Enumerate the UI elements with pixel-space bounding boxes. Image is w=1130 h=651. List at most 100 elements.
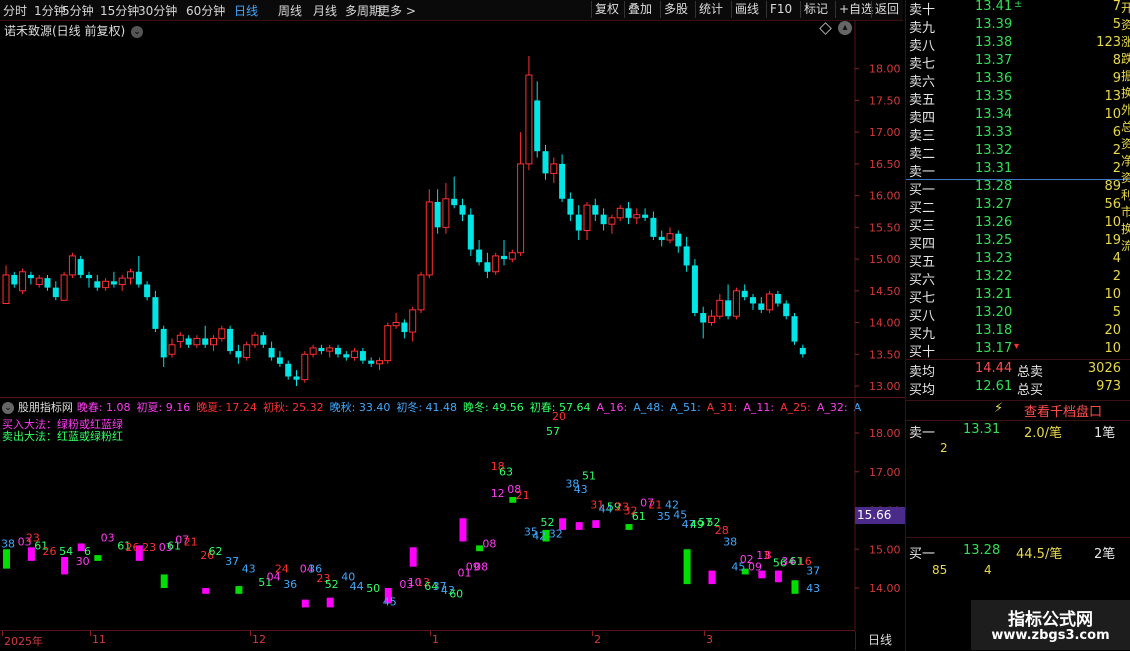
level-price: 13.37 [975, 53, 1013, 68]
indicator-bar [301, 599, 309, 608]
level-label: 买四 [909, 237, 936, 252]
indicator-y-tick: 15.00 [869, 543, 901, 556]
indicator-label: 61 [632, 510, 646, 523]
candle [691, 259, 698, 317]
bid-row[interactable]: 买一 13.28 89 [906, 179, 1130, 198]
queue-ask-count: 1笔 [1094, 426, 1116, 441]
bid-row[interactable]: 买九 13.18 20 [906, 323, 1130, 342]
side-info-strip[interactable]: 开资涨跌振换外总资净资利市换流 [1121, 0, 1130, 380]
candle [27, 271, 34, 285]
toolbar-button[interactable]: 统计 [695, 1, 726, 18]
candle [268, 341, 275, 361]
level-volume: 4 [1112, 251, 1121, 266]
ask-row[interactable]: 卖九 13.39 5 [906, 17, 1130, 36]
ask-row[interactable]: 卖六 13.36 9 [906, 71, 1130, 90]
toolbar-button[interactable]: 多股 [660, 1, 691, 18]
indicator-bar [683, 549, 691, 585]
toolbar-button[interactable]: F10 [766, 1, 795, 18]
candle [732, 287, 740, 320]
toolbar-button[interactable]: 返回 [871, 1, 902, 18]
period-tab[interactable]: 1分钟 [34, 2, 66, 19]
bid-row[interactable]: 买二 13.27 56 [906, 197, 1130, 216]
indicator-bar [708, 570, 716, 585]
total-buy-label: 总买 [1017, 383, 1044, 398]
toolbar-button[interactable]: 叠加 [624, 1, 655, 18]
candle [459, 198, 466, 221]
period-tab[interactable]: 多周期 [345, 2, 381, 19]
period-tab[interactable]: 更多 > [378, 2, 416, 19]
period-tab[interactable]: 60分钟 [186, 2, 225, 19]
level-label: 卖九 [909, 21, 936, 36]
bid-row[interactable]: 买八 13.20 5 [906, 305, 1130, 324]
period-tab[interactable]: 30分钟 [138, 2, 177, 19]
candlestick-chart[interactable]: 18.00 17.50 17.00 16.50 16.00 15.50 15.00 14.50… [0, 20, 905, 398]
period-tab[interactable]: 分时 [3, 2, 27, 19]
indicator-label: 09 [748, 561, 762, 574]
candle [492, 252, 500, 275]
level-price: 13.17 [975, 341, 1013, 356]
period-tab[interactable]: 5分钟 [62, 2, 94, 19]
candle [335, 344, 341, 358]
period-tab[interactable]: 15分钟 [100, 2, 139, 19]
ask-row[interactable]: 卖三 13.33 6 [906, 125, 1130, 144]
indicator-label: 21 [516, 489, 530, 502]
toolbar-button[interactable]: 标记 [800, 1, 831, 18]
bid-row[interactable]: 买六 13.22 2 [906, 269, 1130, 288]
x-axis-label: 3 [706, 633, 713, 646]
ask-row[interactable]: 卖二 13.32 2 [906, 143, 1130, 162]
ask-row[interactable]: 卖四 13.34 10 [906, 107, 1130, 126]
candle [716, 293, 724, 320]
thousand-level-button[interactable]: 查看千档盘口 [1024, 401, 1102, 420]
bid-row[interactable]: 买三 13.26 10 [906, 215, 1130, 234]
candle [442, 182, 450, 234]
level-volume: 7 [1112, 0, 1121, 14]
queue-bid-label: 买一 [909, 547, 936, 562]
x-axis: 2025年 11 12 1 2 3 [0, 631, 855, 650]
x-tick [430, 631, 431, 636]
level-volume: 10 [1104, 341, 1121, 356]
indicator-label: 38 [723, 535, 737, 548]
candle [118, 274, 126, 291]
candle [583, 201, 591, 241]
ask-row[interactable]: 卖八 13.38 123 [906, 35, 1130, 54]
indicator-bar [575, 522, 583, 530]
indicator-bar [235, 586, 243, 594]
level-volume: 2 [1112, 161, 1121, 176]
toolbar-button[interactable]: 画线 [731, 1, 762, 18]
bid-row[interactable]: 买七 13.21 10 [906, 287, 1130, 306]
period-tab[interactable]: 月线 [313, 2, 337, 19]
ask-row[interactable]: 卖五 13.35 13 [906, 89, 1130, 108]
indicator-bar [61, 557, 69, 575]
y-tick-label: 18.00 [869, 63, 901, 76]
indicator-bar [625, 524, 633, 530]
indicator-chart[interactable]: 18.0017.0016.0015.0014.00380323612654306… [0, 398, 905, 630]
x-tick [250, 631, 251, 636]
level-price: 13.22 [975, 269, 1013, 284]
candle [52, 281, 59, 301]
period-tab[interactable]: 日线 [234, 2, 258, 19]
ask-row[interactable]: 卖一 13.31 2 [906, 161, 1130, 180]
indicator-label: 44 [350, 580, 364, 593]
ask-row[interactable]: 卖七 13.37 8 [906, 53, 1130, 72]
ask-row[interactable]: 卖十 13.41 ±7 [906, 0, 1130, 18]
toolbar-button[interactable]: 复权 [591, 1, 622, 18]
candle [542, 144, 549, 180]
candle [243, 341, 251, 361]
level-label: 卖五 [909, 93, 936, 108]
indicator-label: 23 [142, 541, 156, 554]
watermark: 指标公式网 www.zbgs3.com [971, 600, 1130, 650]
bid-row[interactable]: 买四 13.25 19 [906, 233, 1130, 252]
bid-row[interactable]: 买五 13.23 4 [906, 251, 1130, 270]
level-label: 卖六 [909, 75, 936, 90]
period-label[interactable]: 日线 [855, 631, 904, 650]
buy-avg-label: 买均 [909, 383, 936, 398]
toolbar-button[interactable]: +自选 [835, 1, 876, 18]
bid-row[interactable]: 买十 13.17 ▾ 10 [906, 341, 1130, 360]
level-price: 13.35 [975, 89, 1013, 104]
candle [135, 255, 142, 288]
period-tab[interactable]: 周线 [278, 2, 302, 19]
candle [517, 132, 525, 256]
candle [144, 281, 151, 301]
queue-ask-label: 卖一 [909, 426, 936, 441]
level-label: 卖七 [909, 57, 936, 72]
